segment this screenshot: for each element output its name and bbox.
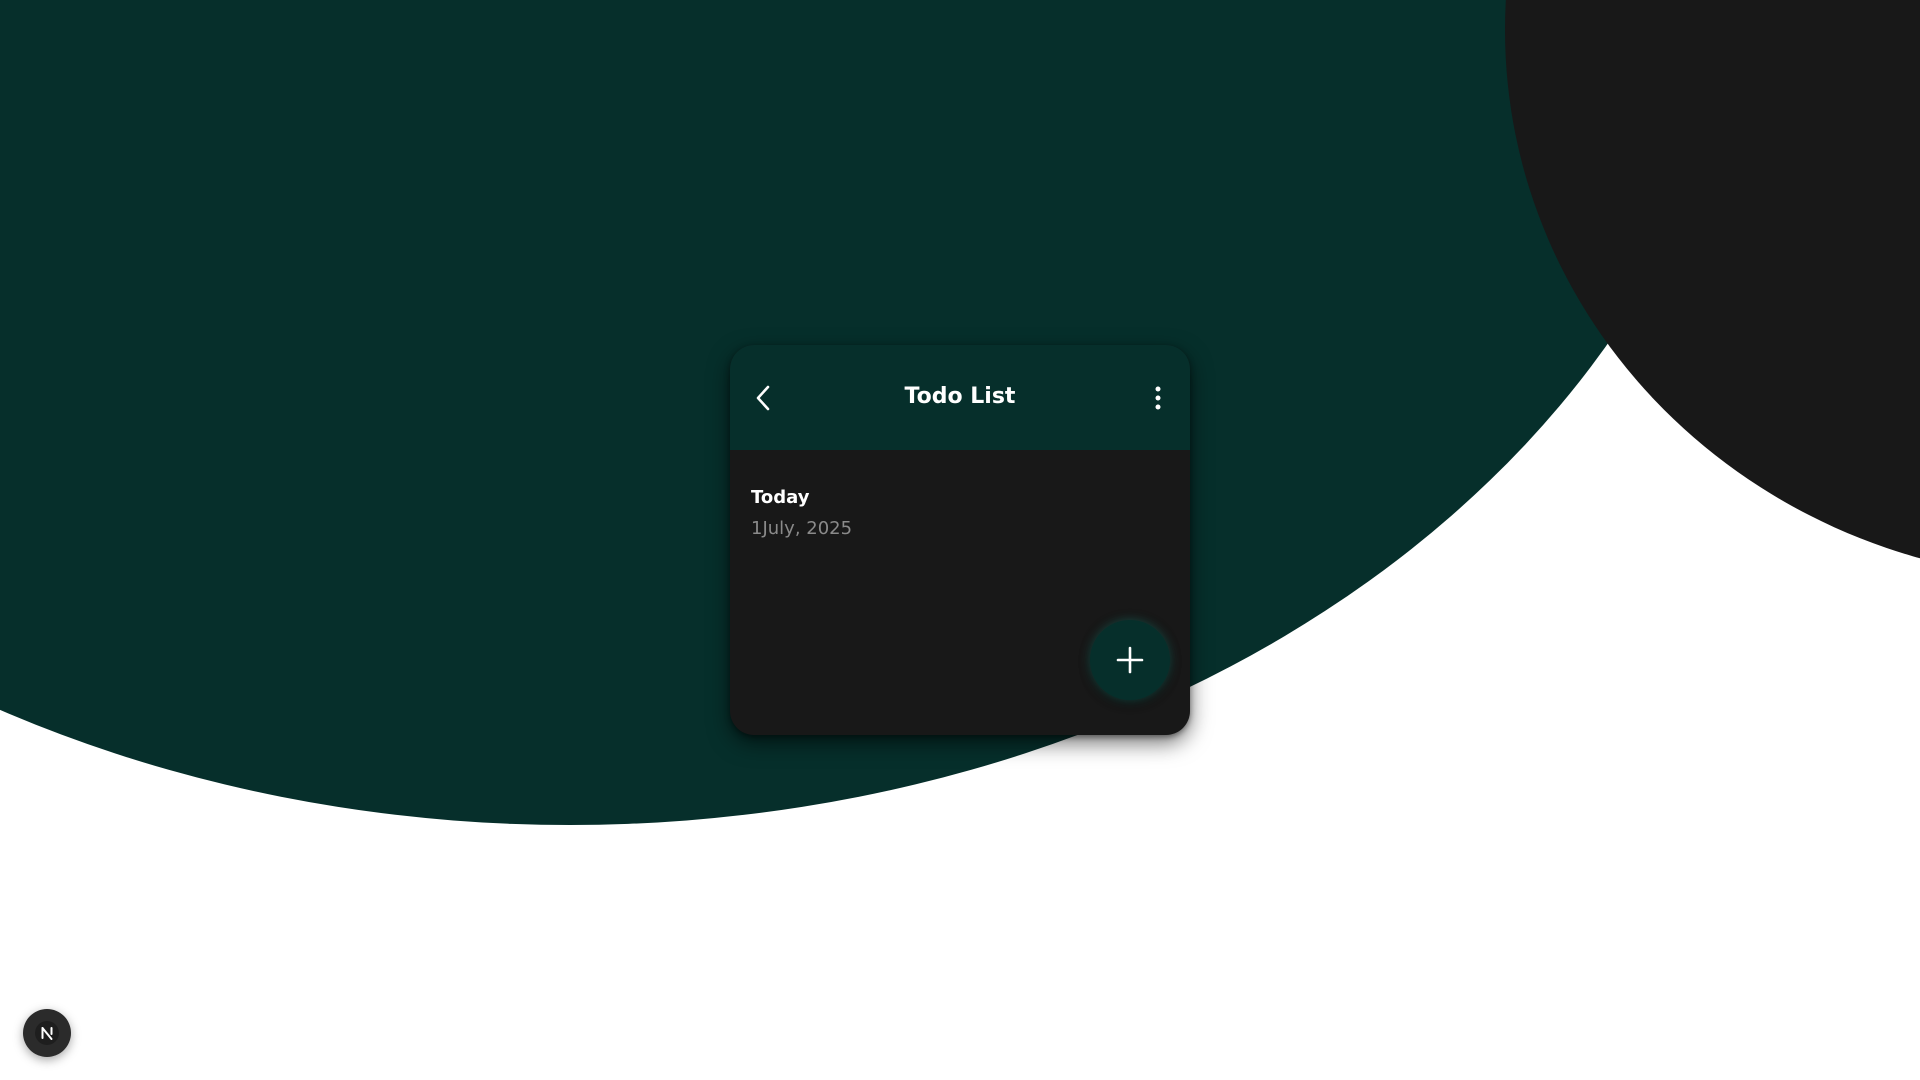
n-logo-icon [35, 1021, 59, 1045]
section-date: 1July, 2025 [751, 518, 853, 539]
chevron-left-icon [756, 385, 770, 411]
page-background: Todo List Today 1July, 2025 [0, 0, 1920, 1080]
add-todo-button[interactable] [1090, 620, 1170, 700]
plus-icon [1116, 646, 1144, 674]
back-button[interactable] [745, 380, 781, 416]
dev-tools-badge[interactable] [23, 1009, 71, 1057]
section-heading: Today [751, 487, 810, 508]
more-vertical-icon [1155, 386, 1161, 410]
page-title: Todo List [904, 384, 1016, 409]
more-options-button[interactable] [1144, 380, 1172, 416]
